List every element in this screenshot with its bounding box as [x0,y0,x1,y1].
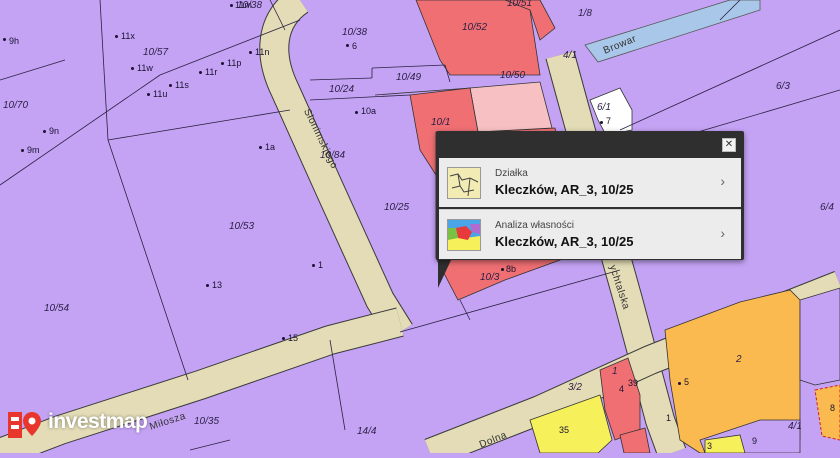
parcel-pink [469,81,553,133]
point-label: 1 [666,413,672,423]
parcel-map-icon [447,167,481,199]
popup-row-ownership[interactable]: Analiza własności Kleczków, AR_3, 10/25 … [439,209,741,259]
point-label: 10a [361,106,377,116]
popup-row-parcel[interactable]: Działka Kleczków, AR_3, 10/25 › [439,158,741,207]
point-label: 1a [265,142,276,152]
point-label: 8b [506,264,517,274]
chevron-right-icon: › [720,225,725,241]
point-label: 11n [255,47,270,57]
point-label: 8 [830,403,836,413]
point-label: 6 [352,41,358,51]
parcel-violet-right [799,287,840,386]
point-label: 39 [628,378,639,388]
point-label: 15 [288,333,299,343]
point-label: 11x [121,31,135,41]
point-label: 11p [227,58,242,68]
close-icon[interactable]: ✕ [722,138,736,152]
popup-row-value: Kleczków, AR_3, 10/25 [495,182,634,197]
point-label: 9n [49,126,60,136]
point-label: 9h [9,36,20,46]
point-label: 11r [205,67,218,77]
point-label: 11w [137,63,153,73]
point-label: 35 [559,425,570,435]
logo-text: investmap [48,410,148,433]
point-label: 11s [175,80,189,90]
parcel-info-popup: ✕ Działka Kleczków, AR_3, 10/25 › Analiz… [436,131,744,260]
point-label: 9m [27,145,40,155]
popup-pointer [438,258,452,288]
point-label: 1 [318,260,324,270]
ownership-analysis-icon [447,219,481,251]
popup-row-value: Kleczków, AR_3, 10/25 [495,234,634,249]
point-label: 13 [212,280,223,290]
point-label: 7 [606,116,612,126]
chevron-right-icon: › [720,173,725,189]
point-label: 5 [684,377,690,387]
point-label: 3 [707,441,713,451]
point-label: 11u [153,89,168,99]
investmap-logo[interactable]: investmap [8,408,168,442]
popup-row-caption: Działka [495,168,528,179]
point-label: 11m [235,0,252,10]
point-label: 4 [619,384,625,394]
point-label: 9 [752,436,758,446]
popup-row-caption: Analiza własności [495,220,574,231]
map-pin-logo-icon [8,412,41,438]
